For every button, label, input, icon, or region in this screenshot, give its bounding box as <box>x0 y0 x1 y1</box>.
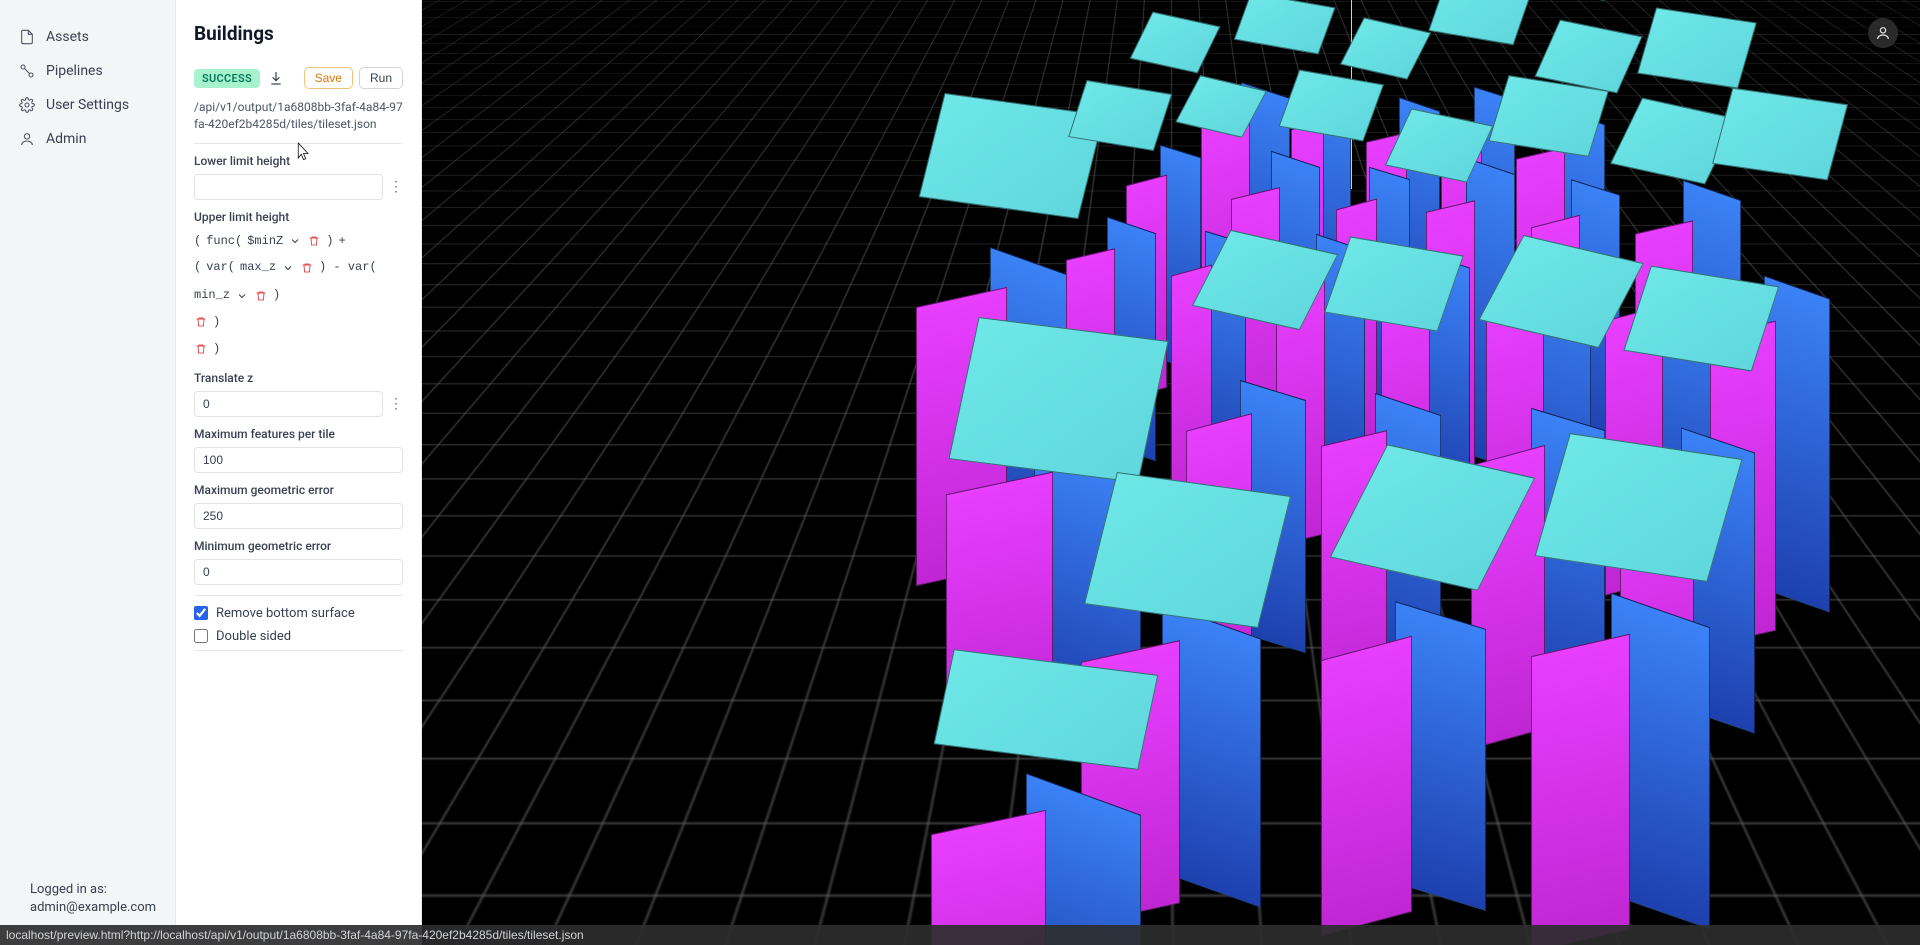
save-button[interactable]: Save <box>304 67 353 89</box>
divider <box>194 650 403 651</box>
nav-label: Assets <box>46 29 89 45</box>
api-path-link[interactable]: /api/v1/output/1a6808bb-3faf-4a84-97fa-4… <box>194 99 403 133</box>
max-features-label: Maximum features per tile <box>194 427 403 441</box>
status-badge: SUCCESS <box>194 69 260 88</box>
min-geom-error-label: Minimum geometric error <box>194 539 403 553</box>
max-geom-error-input[interactable] <box>194 503 403 529</box>
remove-bottom-checkbox[interactable] <box>194 606 208 620</box>
chevron-down-icon[interactable] <box>235 289 249 303</box>
trash-icon[interactable] <box>194 315 208 329</box>
more-icon[interactable]: ⋮ <box>389 180 403 194</box>
translate-z-label: Translate z <box>194 371 403 385</box>
nav-item-user-settings[interactable]: User Settings <box>0 88 175 122</box>
max-geom-error-label: Maximum geometric error <box>194 483 403 497</box>
translate-z-input[interactable] <box>194 391 383 417</box>
double-sided-label: Double sided <box>216 629 291 644</box>
download-icon[interactable] <box>268 70 284 86</box>
more-icon[interactable]: ⋮ <box>389 397 403 411</box>
status-bar-text: localhost/preview.html?http://localhost/… <box>6 928 584 942</box>
nodes-icon <box>18 62 36 80</box>
trash-icon[interactable] <box>194 342 208 356</box>
remove-bottom-label: Remove bottom surface <box>216 606 355 621</box>
trash-icon[interactable] <box>300 261 314 275</box>
page-title: Buildings <box>194 22 403 45</box>
trash-icon[interactable] <box>254 289 268 303</box>
browser-status-bar: localhost/preview.html?http://localhost/… <box>0 925 1920 945</box>
double-sided-row[interactable]: Double sided <box>194 629 403 644</box>
buildings-layer <box>422 0 1920 945</box>
nav-label: User Settings <box>46 97 129 113</box>
double-sided-checkbox[interactable] <box>194 629 208 643</box>
nav-item-pipelines[interactable]: Pipelines <box>0 54 175 88</box>
gear-icon <box>18 96 36 114</box>
3d-viewport[interactable] <box>422 0 1920 945</box>
lower-limit-input[interactable] <box>194 174 383 200</box>
nav-item-admin[interactable]: Admin <box>0 122 175 156</box>
nav-label: Pipelines <box>46 63 103 79</box>
nav-item-assets[interactable]: Assets <box>0 20 175 54</box>
divider <box>194 595 403 596</box>
login-user: admin@example.com <box>30 899 155 917</box>
nav-sidebar: Assets Pipelines User Settings Admin <box>0 0 176 945</box>
nav-list: Assets Pipelines User Settings Admin <box>0 20 175 881</box>
settings-panel: Buildings SUCCESS Save Run /api/v1/outpu… <box>176 0 422 945</box>
max-features-input[interactable] <box>194 447 403 473</box>
login-info: Logged in as: admin@example.com <box>0 881 175 929</box>
trash-icon[interactable] <box>307 234 321 248</box>
nav-label: Admin <box>46 131 86 147</box>
remove-bottom-row[interactable]: Remove bottom surface <box>194 606 403 621</box>
chevron-down-icon[interactable] <box>281 261 295 275</box>
divider <box>194 143 403 144</box>
min-geom-error-input[interactable] <box>194 559 403 585</box>
chevron-down-icon[interactable] <box>288 234 302 248</box>
expression-editor[interactable]: ( func( $minZ ) + ( var( max_z ) - var( … <box>194 230 403 361</box>
file-icon <box>18 28 36 46</box>
user-menu-button[interactable] <box>1868 18 1898 48</box>
run-button[interactable]: Run <box>359 67 403 89</box>
upper-limit-label: Upper limit height <box>194 210 403 224</box>
user-icon <box>18 130 36 148</box>
lower-limit-label: Lower limit height <box>194 154 403 168</box>
login-label: Logged in as: <box>30 881 155 899</box>
